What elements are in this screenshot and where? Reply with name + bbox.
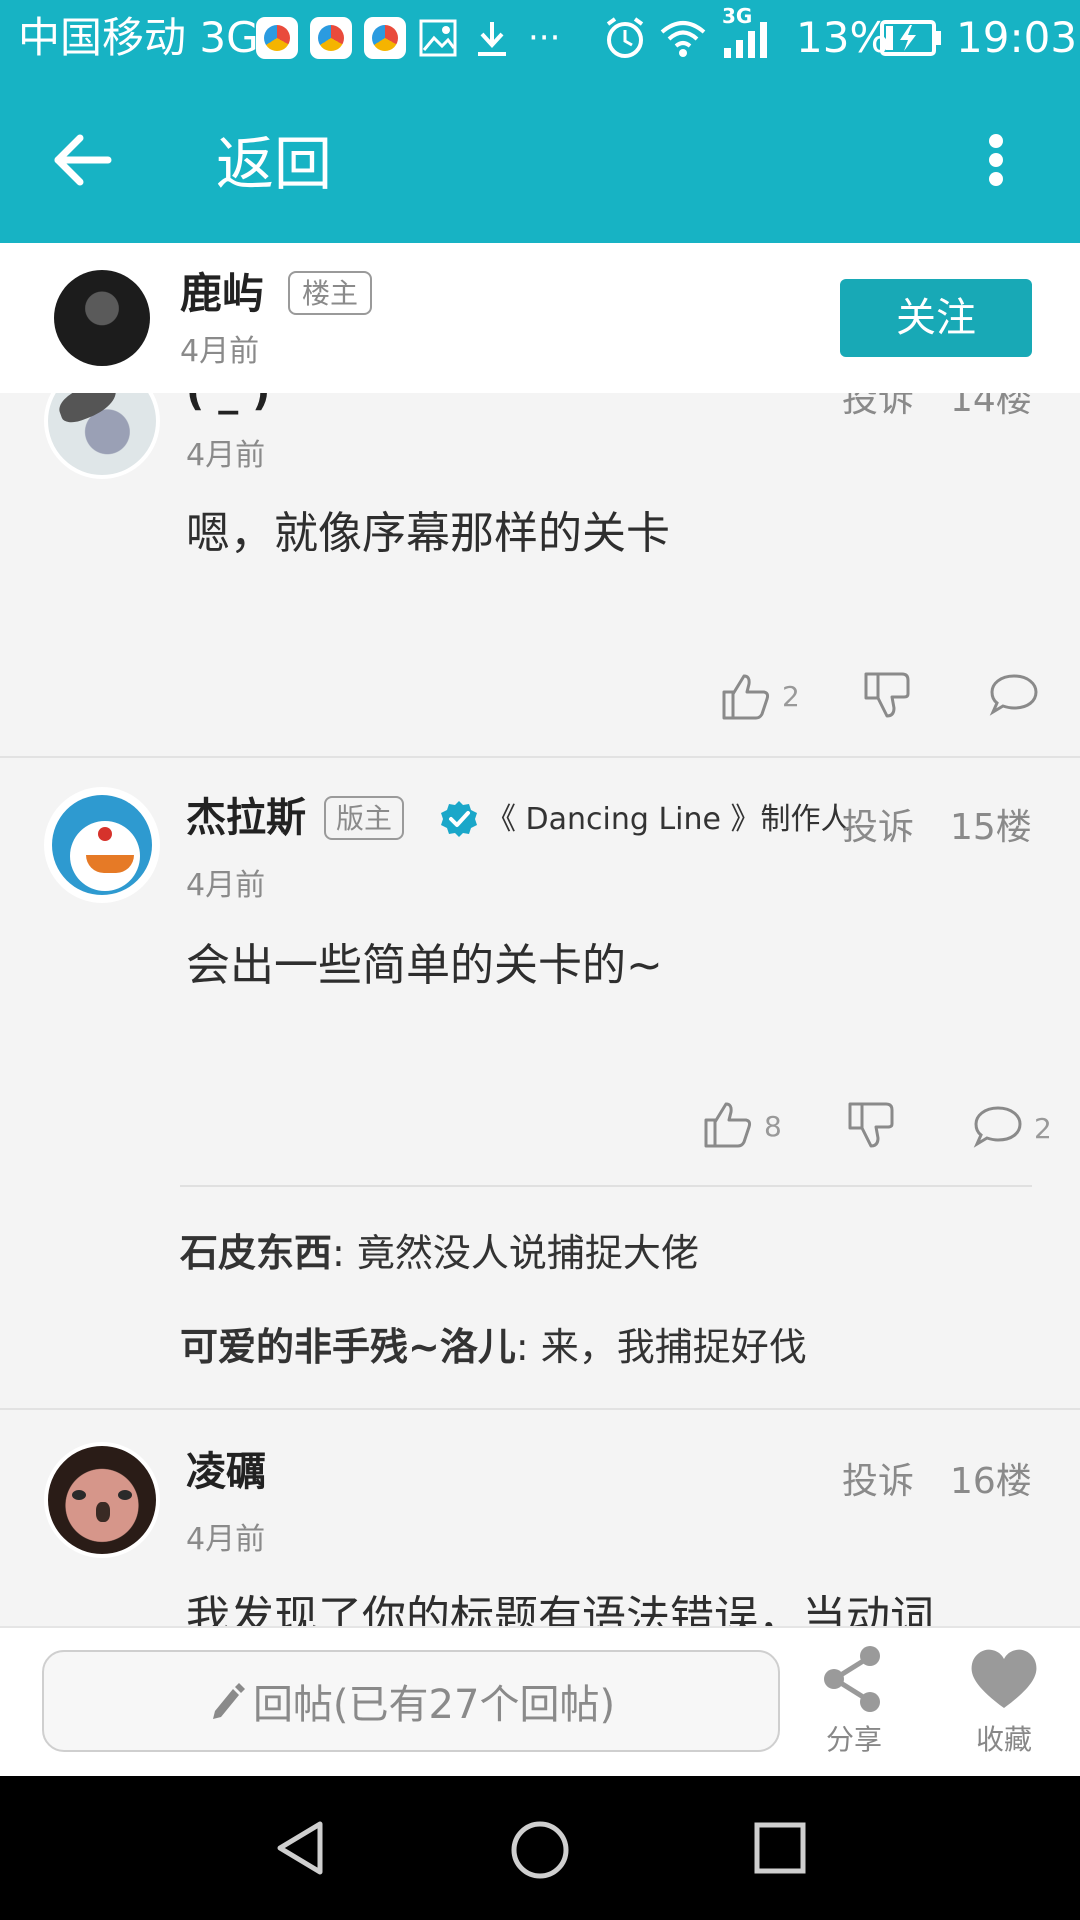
status-bar: 中国移动 3G ··· 3G 13% 19:03 [0,0,1080,76]
alarm-icon [606,17,644,58]
more-vert-icon-dot [989,172,1003,186]
image-icon [419,19,457,57]
back-button[interactable] [40,120,130,200]
carrier-label: 中国移动 3G [18,13,259,62]
share-icon [824,1646,880,1712]
clock: 19:03 [956,13,1078,62]
comment-time: 4月前 [186,1522,266,1557]
heart-icon [971,1649,1037,1708]
battery-charging-icon [880,20,941,56]
favorite-button[interactable]: 收藏 [954,1644,1054,1762]
op-avatar[interactable] [54,270,150,366]
report-link[interactable]: 投诉 [842,1452,914,1504]
comment-body: 我发现了你的标题有语法错误，当动词 [186,1592,934,1626]
reply-input[interactable]: 回帖(已有27个回帖) [42,1650,780,1752]
share-button[interactable]: 分享 [804,1644,904,1762]
avatar[interactable] [44,1442,160,1558]
wifi-icon [660,21,706,57]
nav-recents-icon[interactable] [752,1820,808,1876]
pencil-icon [212,1683,245,1719]
floor-number: 16楼 [950,1461,1032,1502]
signal-icon [724,22,767,58]
app-notification-icon [310,17,352,59]
app-notification-icon [256,17,298,59]
comment-item: 凌礪 投诉 16楼 4月前 我发现了你的标题有语法错误，当动词 [0,393,1080,1626]
reply-placeholder: 回帖(已有27个回帖) [252,1682,616,1728]
op-time: 4月前 [180,334,260,369]
more-vert-icon-dot [989,153,1003,167]
page-title[interactable]: 返回 [216,124,332,204]
nav-home-icon[interactable] [508,1818,572,1882]
more-vert-icon [989,134,1003,148]
battery-percent: 13% [796,13,890,62]
more-notifications: ··· [528,18,561,58]
download-icon [478,22,506,56]
follow-button[interactable]: 关注 [840,279,1032,357]
nav-back-icon[interactable] [270,1818,330,1878]
op-name[interactable]: 鹿屿 [180,266,264,322]
comment-author[interactable]: 凌礪 [186,1444,266,1500]
app-notification-icon [364,17,406,59]
arrow-left-icon [54,134,112,186]
favorite-label: 收藏 [975,1723,1032,1756]
share-label: 分享 [825,1723,882,1756]
op-badge: 楼主 [288,271,373,315]
more-vert-button[interactable] [970,120,1022,200]
comment-list[interactable]: ( _ ) 投诉 14楼 4月前 嗯，就像序幕那样的关卡 2 杰拉斯 版主 《 [0,393,1080,1626]
